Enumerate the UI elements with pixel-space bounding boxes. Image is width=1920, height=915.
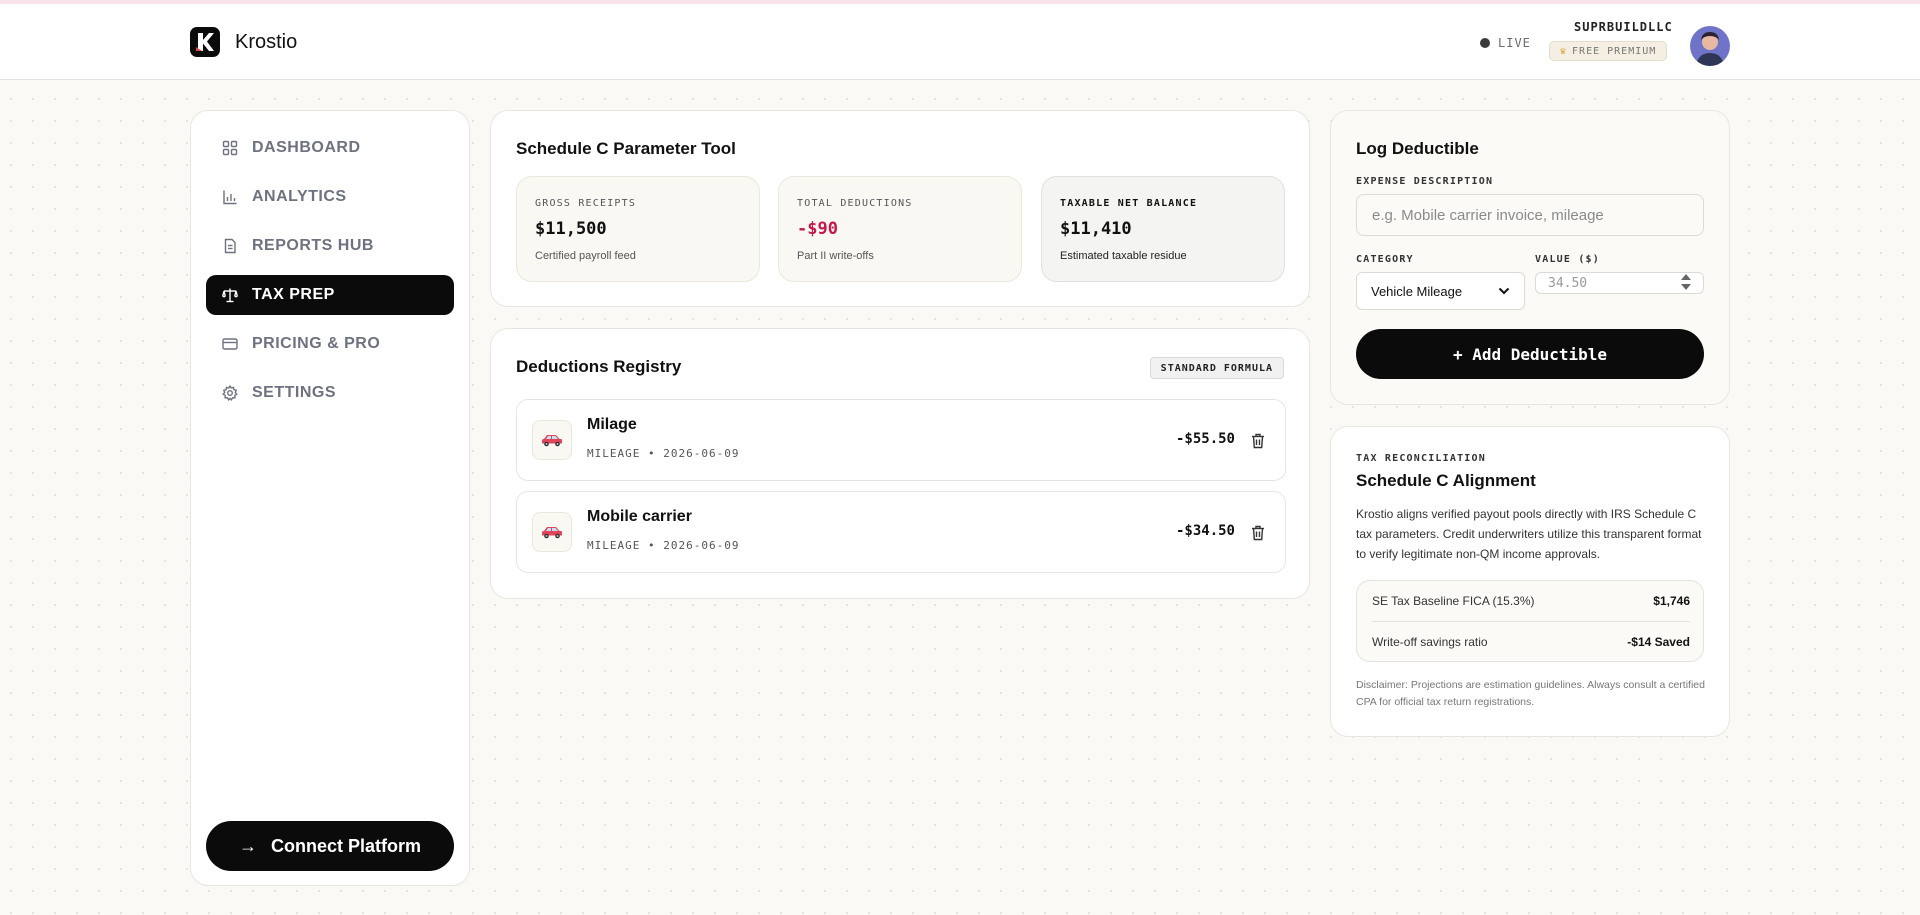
sidebar-item-label: TAX PREP	[252, 286, 335, 303]
category-select[interactable]: Vehicle Mileage	[1356, 272, 1525, 310]
value-input[interactable]	[1535, 272, 1704, 294]
stat-value: $11,500	[535, 219, 607, 239]
reconciliation-title: Schedule C Alignment	[1356, 471, 1536, 490]
bar-chart-icon	[223, 190, 237, 205]
grid-icon	[222, 140, 238, 156]
chevron-down-icon	[1498, 287, 1510, 295]
summary-row-se-tax: SE Tax Baseline FICA (15.3%) $1,746	[1372, 581, 1690, 621]
stat-label: TOTAL DEDUCTIONS	[797, 198, 913, 209]
entry-amount: -$34.50	[1175, 523, 1235, 539]
list-item[interactable]: Mobile carrier MILEAGE • 2026-06-09 -$34…	[516, 491, 1286, 573]
stat-subtext: Certified payroll feed	[535, 250, 636, 262]
value-label: VALUE ($)	[1535, 254, 1600, 265]
stat-value: $11,410	[1060, 219, 1132, 239]
sidebar-item-settings[interactable]: SETTINGS	[206, 373, 454, 413]
log-deductible-title: Log Deductible	[1356, 139, 1479, 158]
user-name: SUPRBUILDLLC	[1574, 20, 1673, 34]
sidebar-item-label: DASHBOARD	[252, 139, 361, 156]
connect-platform-label: Connect Platform	[270, 835, 421, 856]
app-header: Krostio LIVE SUPRBUILDLLC ♛ FREE PREMIUM	[0, 4, 1920, 80]
reconciliation-description: Krostio aligns verified payout pools dir…	[1356, 507, 1702, 561]
stat-taxable-net-balance: TAXABLE NET BALANCE $11,410 Estimated ta…	[1041, 176, 1285, 282]
stat-label: TAXABLE NET BALANCE	[1060, 198, 1198, 209]
expense-description-input[interactable]	[1356, 194, 1704, 236]
stat-value: -$90	[797, 219, 838, 239]
category-label: CATEGORY	[1356, 254, 1414, 265]
summary-row-savings: Write-off savings ratio -$14 Saved	[1372, 622, 1690, 662]
entry-title: Mobile carrier	[587, 508, 692, 525]
sidebar: DASHBOARD ANALYTICS REPORTS HUB TAX PREP…	[190, 110, 470, 886]
trash-icon[interactable]	[1251, 525, 1265, 541]
sidebar-item-analytics[interactable]: ANALYTICS	[206, 177, 454, 217]
sidebar-item-label: PRICING & PRO	[252, 335, 381, 352]
number-spinner-icon[interactable]	[1680, 271, 1692, 293]
add-deductible-button[interactable]: + Add Deductible	[1356, 329, 1704, 379]
summary-value: $1,746	[1653, 594, 1690, 608]
disclaimer-text: Disclaimer: Projections are estimation g…	[1356, 679, 1705, 708]
credit-card-icon	[222, 338, 238, 350]
summary-value: -$14 Saved	[1627, 635, 1690, 649]
sidebar-item-tax-prep[interactable]: TAX PREP	[206, 275, 454, 315]
live-label: LIVE	[1498, 36, 1531, 50]
tax-reconciliation-card: TAX RECONCILIATION Schedule C Alignment …	[1330, 426, 1730, 737]
scale-icon	[222, 288, 238, 303]
entry-title: Milage	[587, 416, 637, 433]
expense-description-label: EXPENSE DESCRIPTION	[1356, 176, 1494, 187]
log-deductible-card: Log Deductible EXPENSE DESCRIPTION CATEG…	[1330, 110, 1730, 405]
car-icon	[532, 512, 572, 552]
document-icon	[224, 238, 236, 254]
registry-title: Deductions Registry	[516, 357, 682, 376]
sidebar-item-dashboard[interactable]: DASHBOARD	[206, 128, 454, 168]
sidebar-item-reports-hub[interactable]: REPORTS HUB	[206, 226, 454, 266]
reconciliation-summary: SE Tax Baseline FICA (15.3%) $1,746 Writ…	[1356, 580, 1704, 662]
stat-subtext: Part II write-offs	[797, 250, 874, 262]
plan-badge[interactable]: ♛ FREE PREMIUM	[1549, 41, 1668, 61]
plan-badge-label: FREE PREMIUM	[1572, 45, 1657, 57]
category-selected-value: Vehicle Mileage	[1371, 283, 1463, 299]
list-item[interactable]: Milage MILEAGE • 2026-06-09 -$55.50	[516, 399, 1286, 481]
sidebar-item-pricing-pro[interactable]: PRICING & PRO	[206, 324, 454, 364]
deductions-registry-card: Deductions Registry STANDARD FORMULA Mil…	[490, 328, 1310, 599]
summary-label: Write-off savings ratio	[1372, 635, 1488, 649]
stat-label: GROSS RECEIPTS	[535, 198, 637, 209]
live-indicator: LIVE	[1480, 36, 1531, 50]
crown-icon: ♛	[1560, 45, 1568, 57]
user-avatar[interactable]	[1690, 26, 1730, 66]
entry-meta: MILEAGE • 2026-06-09	[587, 539, 740, 552]
arrow-right-icon: →	[238, 835, 257, 856]
connect-platform-button[interactable]: → Connect Platform	[206, 821, 454, 871]
sidebar-item-label: REPORTS HUB	[252, 237, 374, 254]
entry-meta: MILEAGE • 2026-06-09	[587, 447, 740, 460]
schedule-c-card: Schedule C Parameter Tool GROSS RECEIPTS…	[490, 110, 1310, 307]
entry-amount: -$55.50	[1175, 431, 1235, 447]
stat-total-deductions: TOTAL DEDUCTIONS -$90 Part II write-offs	[778, 176, 1022, 282]
gear-icon	[222, 385, 238, 401]
trash-icon[interactable]	[1251, 433, 1265, 449]
reconciliation-eyebrow: TAX RECONCILIATION	[1356, 453, 1486, 464]
standard-formula-badge: STANDARD FORMULA	[1149, 357, 1284, 379]
summary-label: SE Tax Baseline FICA (15.3%)	[1372, 594, 1535, 608]
sidebar-item-label: SETTINGS	[252, 384, 337, 401]
stat-subtext: Estimated taxable residue	[1060, 250, 1187, 262]
schedule-c-title: Schedule C Parameter Tool	[516, 139, 736, 158]
car-icon	[532, 420, 572, 460]
krostio-logo-icon[interactable]	[190, 27, 220, 57]
brand-name[interactable]: Krostio	[235, 31, 297, 54]
sidebar-item-label: ANALYTICS	[252, 188, 347, 205]
stat-gross-receipts: GROSS RECEIPTS $11,500 Certified payroll…	[516, 176, 760, 282]
live-dot-icon	[1480, 38, 1490, 48]
